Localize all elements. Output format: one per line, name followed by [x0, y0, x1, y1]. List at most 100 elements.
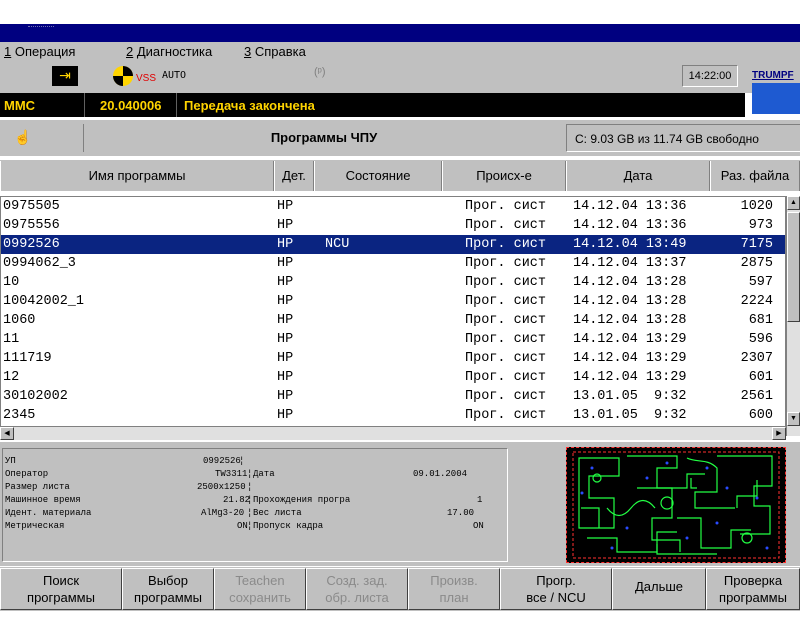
table-row[interactable]: 10042002_1 HP Прог. сист 14.12.04 13:28 2224	[1, 292, 785, 311]
cell-date: 14.12.04 13:28	[573, 275, 687, 290]
softkey-5[interactable]: Произв. план	[408, 568, 500, 610]
softkey-label-line2: обр. листа	[325, 590, 389, 605]
cell-det: HP	[277, 389, 294, 404]
cell-size: 2307	[740, 351, 773, 366]
scroll-right-icon[interactable]: ▶	[772, 427, 786, 440]
section-title: Программы ЧПУ	[270, 130, 378, 145]
vss-label: VSS	[136, 73, 157, 84]
info-date-label: Дата	[253, 469, 275, 479]
softkey-7[interactable]: Дальше	[612, 568, 706, 610]
table-row[interactable]: 0994062_3 HP Прог. сист 14.12.04 13:37 2875	[1, 254, 785, 273]
cell-name: 12	[3, 370, 20, 385]
cell-name: 30102002	[3, 389, 68, 404]
menu-bar: 1 Операция 2 Диагностика 3 Справка	[0, 42, 800, 61]
softkey-label-line1: Созд. зад.	[326, 573, 388, 588]
softkey-3[interactable]: Teachen сохранить	[214, 568, 306, 610]
hand-icon[interactable]: ☝	[0, 124, 84, 152]
scroll-left-icon[interactable]: ◀	[0, 427, 14, 440]
menu-diagnostics[interactable]: 2 Диагностика	[126, 44, 212, 59]
column-header-det[interactable]: Дет.	[274, 161, 314, 191]
disk-info: C: 9.03 GB из 11.74 GB свободно	[566, 124, 800, 152]
info-skip-value: ON	[473, 521, 484, 531]
info-divider: ¦	[247, 521, 253, 531]
table-row[interactable]: 0992526 HP NCU Прог. сист 14.12.04 13:49 7175	[1, 235, 785, 254]
exit-icon[interactable]: ⇥	[52, 66, 78, 86]
title-bar	[0, 24, 800, 42]
column-header-origin[interactable]: Происх-е	[442, 161, 566, 191]
cell-date: 14.12.04 13:36	[573, 218, 687, 233]
info-divider: ¦	[247, 482, 253, 492]
softkey-label-line1: Произв.	[430, 573, 478, 588]
table-row[interactable]: 111719 HP Прог. сист 14.12.04 13:29 2307	[1, 349, 785, 368]
cell-det: HP	[277, 370, 294, 385]
cell-date: 14.12.04 13:37	[573, 256, 687, 271]
scroll-thumb[interactable]	[787, 212, 800, 322]
table-row[interactable]: 10 HP Прог. сист 14.12.04 13:28 597	[1, 273, 785, 292]
cell-origin: Прог. сист	[465, 294, 547, 309]
softkey-8[interactable]: Проверка программы	[706, 568, 800, 610]
cell-size: 2875	[740, 256, 773, 271]
cell-size: 7175	[740, 237, 773, 252]
info-divider: ¦	[247, 469, 253, 479]
info-passes-label: Прохождения програ	[253, 495, 351, 505]
softkey-6[interactable]: Прогр. все / NCU	[500, 568, 612, 610]
cell-size: 973	[748, 218, 773, 233]
menu-help[interactable]: 3 Справка	[244, 44, 306, 59]
table-row[interactable]: 0975556 HP Прог. сист 14.12.04 13:36 973	[1, 216, 785, 235]
table-row[interactable]: 11 HP Прог. сист 14.12.04 13:29 596	[1, 330, 785, 349]
softkey-label-line1: Проверка	[723, 573, 783, 588]
table-row[interactable]: 12 HP Прог. сист 14.12.04 13:29 601	[1, 368, 785, 387]
menu-help-label: Справка	[251, 44, 306, 59]
info-machine-time-value: 21.82	[223, 495, 251, 505]
softkey-label-line2: программы	[134, 590, 202, 605]
column-header-size[interactable]: Раз. файла	[710, 161, 800, 191]
clock: 14:22:00	[682, 65, 738, 87]
cell-date: 14.12.04 13:29	[573, 351, 687, 366]
sheet-preview-drawing	[572, 451, 780, 559]
auto-mode-label: AUTO	[162, 70, 187, 81]
column-header-date[interactable]: Дата	[566, 161, 710, 191]
table-row[interactable]: 0975505 HP Прог. сист 14.12.04 13:36 1020	[1, 197, 785, 216]
table-row[interactable]: 30102002 HP Прог. сист 13.01.05 9:32 2561	[1, 387, 785, 406]
sheet-preview	[566, 447, 786, 563]
table-row[interactable]: 2345 HP Прог. сист 13.01.05 9:32 600	[1, 406, 785, 425]
info-metric-label: Метрическая	[5, 521, 65, 531]
column-header-name[interactable]: Имя программы	[0, 161, 274, 191]
cell-name: 0975505	[3, 199, 60, 214]
program-list[interactable]: 0975505 HP Прог. сист 14.12.04 13:36 1020 097…	[0, 196, 786, 436]
info-passes-value: 1	[477, 495, 483, 505]
menu-operation[interactable]: 1 Операция	[4, 44, 75, 59]
cell-det: HP	[277, 199, 294, 214]
softkey-4[interactable]: Созд. зад. обр. листа	[306, 568, 408, 610]
info-sheet-weight-label: Вес листа	[253, 508, 302, 518]
cell-date: 14.12.04 13:49	[573, 237, 687, 252]
table-row[interactable]: 1060 HP Прог. сист 14.12.04 13:28 681	[1, 311, 785, 330]
softkey-label-line2: план	[439, 590, 469, 605]
info-divider: ¦	[239, 456, 245, 466]
horizontal-scrollbar[interactable]: ◀ ▶	[0, 426, 786, 440]
softkey-2[interactable]: Выбор программы	[122, 568, 214, 610]
cell-det: HP	[277, 351, 294, 366]
softkey-1[interactable]: Поиск программы	[0, 568, 122, 610]
info-sheet-weight-value: 17.00	[447, 508, 475, 518]
trumpf-logo-area	[752, 83, 800, 114]
column-header-state[interactable]: Состояние	[314, 161, 442, 191]
cell-origin: Прог. сист	[465, 408, 547, 423]
cell-det: HP	[277, 313, 294, 328]
cell-name: 10042002_1	[3, 294, 85, 309]
cell-origin: Прог. сист	[465, 256, 547, 271]
trumpf-label: TRUMPF	[752, 70, 794, 81]
info-material-value: AlMg3-20	[201, 508, 245, 518]
cell-date: 14.12.04 13:29	[573, 332, 687, 347]
cell-origin: Прог. сист	[465, 370, 547, 385]
cell-origin: Прог. сист	[465, 275, 547, 290]
vertical-scrollbar[interactable]: ▲ ▼	[786, 196, 800, 436]
softkey-label-line1: Teachen	[235, 573, 285, 588]
scroll-up-icon[interactable]: ▲	[787, 196, 800, 210]
vss-icon	[113, 66, 133, 86]
cell-origin: Прог. сист	[465, 351, 547, 366]
scroll-down-icon[interactable]: ▼	[787, 412, 800, 426]
status-message: Передача закончена	[184, 98, 315, 113]
cell-name: 10	[3, 275, 20, 290]
cell-size: 597	[748, 275, 773, 290]
